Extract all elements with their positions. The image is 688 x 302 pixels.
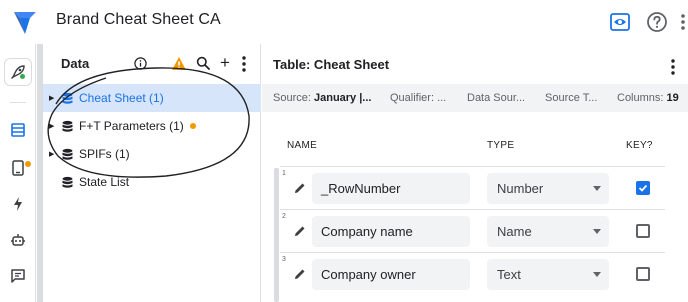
app-title: Brand Cheat Sheet CA bbox=[56, 11, 221, 28]
column-type-select[interactable]: Number bbox=[487, 173, 609, 204]
more-vert-icon[interactable] bbox=[678, 12, 688, 32]
expand-caret-icon[interactable]: ▶ bbox=[49, 122, 59, 130]
tree-item-ft-parameters[interactable]: ▶ F+T Parameters (1) bbox=[43, 112, 261, 140]
column-name-input[interactable]: Company owner bbox=[312, 259, 470, 290]
dropdown-arrow-icon bbox=[593, 186, 601, 191]
column-header-key: KEY? bbox=[626, 140, 653, 151]
column-type-select[interactable]: Name bbox=[487, 216, 609, 247]
key-checkbox[interactable] bbox=[636, 267, 650, 281]
rail-data[interactable] bbox=[4, 116, 32, 144]
warning-dot bbox=[189, 123, 196, 129]
key-checkbox[interactable] bbox=[636, 224, 650, 238]
data-panel-header: Data + bbox=[43, 44, 261, 82]
edit-pencil-icon[interactable] bbox=[294, 182, 306, 194]
column-header-name: NAME bbox=[287, 140, 318, 151]
rocket-icon bbox=[11, 65, 25, 79]
rail-divider bbox=[10, 102, 26, 103]
table-row: 1 _RowNumber Number bbox=[280, 166, 665, 208]
bot-icon bbox=[11, 234, 25, 246]
column-name-input[interactable]: _RowNumber bbox=[312, 173, 470, 204]
more-vert-icon[interactable] bbox=[241, 55, 247, 73]
tree-item-cheat-sheet[interactable]: ▶ Cheat Sheet (1) bbox=[43, 84, 261, 112]
column-type-select[interactable]: Text bbox=[487, 259, 609, 290]
checkmark-icon bbox=[638, 184, 648, 192]
left-nav-rail bbox=[0, 44, 36, 302]
column-type-value: Name bbox=[497, 224, 532, 239]
dropdown-arrow-icon bbox=[593, 272, 601, 277]
warning-icon[interactable] bbox=[171, 56, 187, 71]
lightning-icon bbox=[14, 197, 22, 211]
table-row: 2 Company name Name bbox=[280, 209, 665, 251]
row-number: 3 bbox=[282, 256, 286, 263]
database-icon bbox=[62, 92, 73, 104]
meta-columns[interactable]: Columns: 19 bbox=[617, 92, 679, 104]
table-tree: ▶ Cheat Sheet (1) ▶ F+T Parameters (1) ▶ bbox=[43, 84, 261, 196]
database-icon bbox=[62, 176, 73, 188]
tree-item-label: SPIFs (1) bbox=[79, 147, 130, 161]
columns-scrollbar[interactable] bbox=[274, 168, 279, 302]
edit-pencil-icon[interactable] bbox=[294, 268, 306, 280]
chat-icon bbox=[11, 269, 25, 283]
row-number: 1 bbox=[282, 170, 286, 177]
rail-deploy[interactable] bbox=[4, 58, 32, 86]
rail-automation[interactable] bbox=[4, 226, 32, 254]
add-table-icon[interactable]: + bbox=[220, 54, 230, 71]
table-detail: Table: Cheat Sheet Source: January |... … bbox=[262, 44, 688, 302]
search-icon[interactable] bbox=[196, 56, 210, 70]
preview-eye-icon[interactable] bbox=[610, 12, 630, 32]
more-vert-icon[interactable] bbox=[670, 58, 676, 76]
rail-actions[interactable] bbox=[4, 190, 32, 218]
info-icon[interactable] bbox=[134, 57, 147, 70]
tree-item-label: F+T Parameters (1) bbox=[79, 119, 184, 133]
meta-source[interactable]: Source: January |... bbox=[273, 92, 371, 104]
tree-item-label: State List bbox=[79, 175, 130, 189]
database-icon bbox=[62, 120, 73, 132]
data-panel: Data + ▶ Cheat Sheet (1) ▶ F+T Parameter… bbox=[43, 44, 261, 302]
dropdown-arrow-icon bbox=[593, 229, 601, 234]
column-type-value: Text bbox=[497, 267, 521, 282]
table-title: Table: Cheat Sheet bbox=[273, 57, 390, 72]
column-name-input[interactable]: Company name bbox=[312, 216, 470, 247]
rail-views[interactable] bbox=[4, 154, 32, 182]
tree-item-label: Cheat Sheet (1) bbox=[79, 91, 164, 105]
data-table-icon bbox=[11, 123, 25, 137]
meta-source-type[interactable]: Source T... bbox=[545, 92, 597, 104]
appsheet-logo-icon bbox=[14, 12, 36, 34]
tree-item-state-list[interactable]: State List bbox=[43, 168, 261, 196]
database-icon bbox=[62, 148, 73, 160]
top-bar: Brand Cheat Sheet CA bbox=[0, 0, 688, 44]
meta-data-source[interactable]: Data Sour... bbox=[467, 92, 525, 104]
key-checkbox[interactable] bbox=[636, 181, 650, 195]
column-type-value: Number bbox=[497, 181, 544, 196]
phone-icon bbox=[12, 160, 24, 176]
tree-item-spifs[interactable]: ▶ SPIFs (1) bbox=[43, 140, 261, 168]
expand-caret-icon[interactable]: ▶ bbox=[49, 94, 59, 102]
row-number: 2 bbox=[282, 213, 286, 220]
table-row: 3 Company owner Text bbox=[280, 252, 665, 294]
expand-caret-icon[interactable]: ▶ bbox=[49, 150, 59, 158]
column-header-type: TYPE bbox=[487, 140, 515, 151]
data-panel-title: Data bbox=[61, 56, 90, 71]
table-meta-bar: Source: January |... Qualifier: ... Data… bbox=[262, 84, 688, 112]
edit-pencil-icon[interactable] bbox=[294, 225, 306, 237]
help-icon[interactable] bbox=[646, 11, 668, 33]
meta-qualifier[interactable]: Qualifier: ... bbox=[390, 92, 446, 104]
rail-chat[interactable] bbox=[4, 262, 32, 290]
